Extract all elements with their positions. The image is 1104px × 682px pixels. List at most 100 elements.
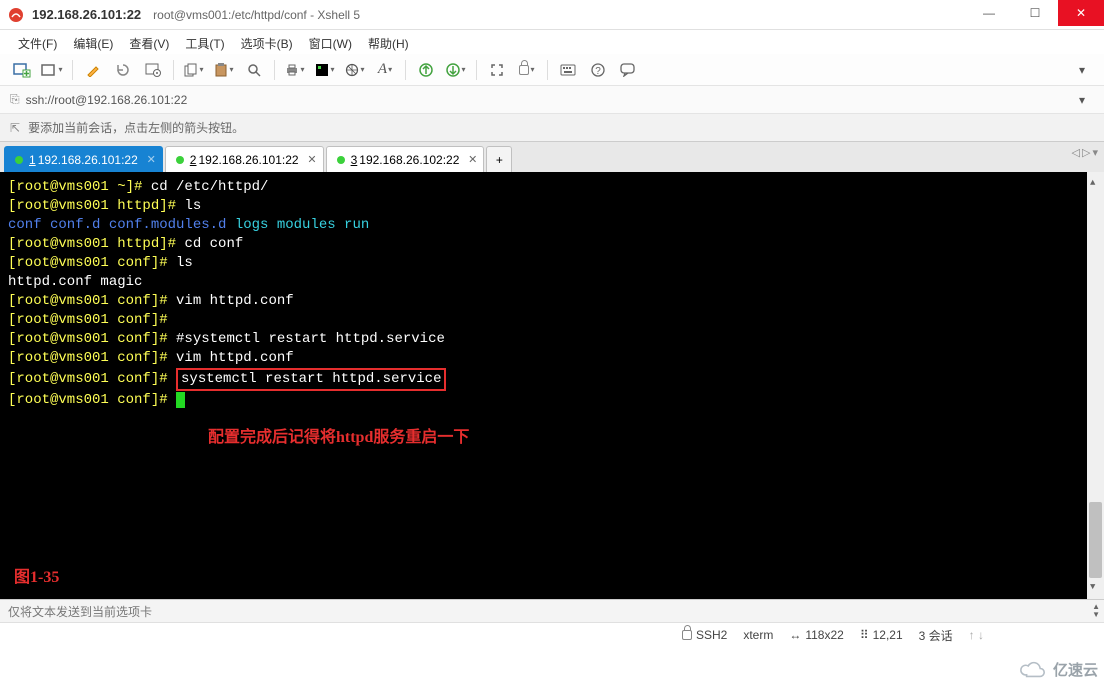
menu-view[interactable]: 查看(V) — [123, 35, 175, 52]
menu-edit[interactable]: 编辑(E) — [67, 35, 119, 52]
tab-close-icon[interactable]: ✕ — [147, 153, 156, 166]
fullscreen-button[interactable] — [485, 58, 509, 82]
tab-label: 192.168.26.102:22 — [359, 153, 459, 167]
status-dot-icon — [176, 156, 184, 164]
new-session-button[interactable] — [10, 58, 34, 82]
menu-file[interactable]: 文件(F) — [12, 35, 63, 52]
reconnect-button[interactable] — [111, 58, 135, 82]
hint-pin-icon[interactable]: ⇱ — [10, 121, 20, 135]
watermark-text: 亿速云 — [1053, 659, 1098, 680]
toolbar-overflow-button[interactable]: ▾ — [1070, 58, 1094, 82]
chat-button[interactable] — [616, 58, 640, 82]
prompt: [root@vms001 httpd]# — [8, 198, 184, 214]
term-cmd: vim httpd.conf — [176, 293, 294, 309]
toolbar-separator — [476, 60, 477, 80]
status-bar: SSH2 xterm ↔118x22 ⠿12,21 3 会话 ↑ ↓ — [0, 623, 1104, 647]
tab-close-icon[interactable]: ✕ — [468, 153, 477, 166]
prompt: [root@vms001 conf]# — [8, 371, 176, 387]
transfer-down-button[interactable] — [444, 58, 468, 82]
help-button[interactable]: ? — [586, 58, 610, 82]
address-add-icon[interactable]: ⎘ — [10, 92, 20, 107]
term-cmd: ls — [184, 198, 201, 214]
term-cmd: cd /etc/httpd/ — [151, 179, 269, 195]
status-dot-icon — [15, 156, 23, 164]
ls-output-dir: conf conf.d conf.modules.d — [8, 217, 226, 233]
menu-tabs[interactable]: 选项卡(B) — [235, 35, 299, 52]
status-updown-icon[interactable]: ↑ ↓ — [969, 628, 984, 642]
encoding-button[interactable] — [343, 58, 367, 82]
status-size: ↔118x22 — [789, 628, 843, 642]
prompt: [root@vms001 conf]# — [8, 293, 176, 309]
scrollbar-thumb[interactable] — [1089, 502, 1102, 578]
compose-placeholder: 仅将文本发送到当前选项卡 — [8, 603, 152, 620]
lock-icon — [682, 630, 692, 640]
terminal-scrollbar[interactable]: ▲ ▼ — [1087, 172, 1104, 599]
tab-next-button[interactable]: ▷ — [1082, 146, 1090, 159]
font-button[interactable]: A — [373, 58, 397, 82]
prompt: [root@vms001 conf]# — [8, 350, 176, 366]
menubar: 文件(F) 编辑(E) 查看(V) 工具(T) 选项卡(B) 窗口(W) 帮助(… — [0, 30, 1104, 54]
toolbar-separator — [547, 60, 548, 80]
cursor-icon — [176, 392, 185, 408]
toolbar-separator — [173, 60, 174, 80]
session-tab-2[interactable]: 2 192.168.26.101:22 ✕ — [165, 146, 324, 172]
prompt: [root@vms001 conf]# — [8, 255, 176, 271]
menu-window[interactable]: 窗口(W) — [303, 35, 358, 52]
print-button[interactable] — [283, 58, 307, 82]
maximize-button[interactable]: ☐ — [1012, 0, 1058, 26]
menu-tools[interactable]: 工具(T) — [179, 35, 230, 52]
term-cmd: ls — [176, 255, 193, 271]
term-cmd: #systemctl restart httpd.service — [176, 331, 445, 347]
compose-spinner[interactable]: ▲▼ — [1092, 603, 1100, 619]
prompt: [root@vms001 ~]# — [8, 179, 151, 195]
lock-button[interactable] — [515, 58, 539, 82]
address-overflow-button[interactable]: ▾ — [1070, 88, 1094, 112]
term-cmd: cd conf — [184, 236, 243, 252]
status-sessions: 3 会话 — [919, 627, 953, 644]
tab-prev-button[interactable]: ◁ — [1072, 146, 1080, 159]
toolbar-separator — [405, 60, 406, 80]
resize-icon: ↔ — [789, 628, 801, 642]
prompt: [root@vms001 conf]# — [8, 392, 176, 408]
session-tab-1[interactable]: 1 192.168.26.101:22 ✕ — [4, 146, 163, 172]
highlighted-command: systemctl restart httpd.service — [176, 368, 446, 391]
minimize-button[interactable]: — — [966, 0, 1012, 26]
color-scheme-button[interactable] — [313, 58, 337, 82]
keyboard-button[interactable] — [556, 58, 580, 82]
properties-button[interactable] — [141, 58, 165, 82]
hint-bar: ⇱ 要添加当前会话，点击左侧的箭头按钮。 — [0, 114, 1104, 142]
copy-button[interactable] — [182, 58, 206, 82]
term-cmd: vim httpd.conf — [176, 350, 294, 366]
tab-close-icon[interactable]: ✕ — [307, 153, 316, 166]
svg-text:?: ? — [595, 66, 601, 77]
transfer-up-button[interactable] — [414, 58, 438, 82]
compose-bar[interactable]: 仅将文本发送到当前选项卡 ▲▼ — [0, 599, 1104, 623]
paste-button[interactable] — [212, 58, 236, 82]
address-bar: ⎘ ssh://root@192.168.26.101:22 ▾ — [0, 86, 1104, 114]
tab-label: 192.168.26.101:22 — [38, 153, 138, 167]
toolbar-separator — [72, 60, 73, 80]
open-session-button[interactable] — [40, 58, 64, 82]
status-cursor: ⠿12,21 — [860, 628, 903, 642]
find-button[interactable] — [242, 58, 266, 82]
status-termtype: xterm — [743, 628, 773, 642]
status-dot-icon — [337, 156, 345, 164]
title-ip: 192.168.26.101:22 — [32, 7, 141, 22]
session-tab-3[interactable]: 3 192.168.26.102:22 ✕ — [326, 146, 485, 172]
cloud-icon — [1017, 660, 1049, 680]
menu-help[interactable]: 帮助(H) — [362, 35, 415, 52]
titlebar: 192.168.26.101:22 root@vms001:/etc/httpd… — [0, 0, 1104, 30]
tab-menu-button[interactable]: ▾ — [1092, 146, 1098, 159]
address-url[interactable]: ssh://root@192.168.26.101:22 — [26, 93, 188, 107]
highlight-button[interactable] — [81, 58, 105, 82]
tab-label: 192.168.26.101:22 — [198, 153, 298, 167]
close-button[interactable]: ✕ — [1058, 0, 1104, 26]
tab-bar: 1 192.168.26.101:22 ✕ 2 192.168.26.101:2… — [0, 142, 1104, 172]
figure-label: 图1-35 — [14, 569, 59, 586]
annotation-text: 配置完成后记得将httpd服务重启一下 — [208, 429, 469, 446]
add-tab-button[interactable]: + — [486, 146, 512, 172]
hint-text: 要添加当前会话，点击左侧的箭头按钮。 — [28, 119, 244, 136]
status-protocol: SSH2 — [682, 628, 727, 642]
prompt: [root@vms001 conf]# — [8, 331, 176, 347]
terminal[interactable]: [root@vms001 ~]# cd /etc/httpd/ [root@vm… — [0, 172, 1104, 599]
